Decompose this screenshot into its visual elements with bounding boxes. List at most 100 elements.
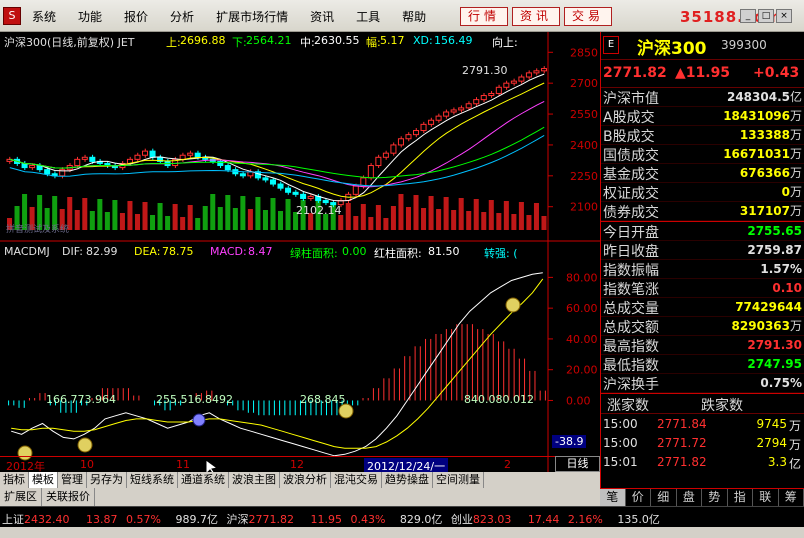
volume-bar bbox=[232, 208, 238, 230]
volume-bar bbox=[97, 199, 103, 230]
tab-related-quote[interactable]: 关联报价 bbox=[42, 488, 95, 506]
candle bbox=[224, 165, 231, 171]
amp-value: 5.17 bbox=[380, 34, 405, 47]
macd-chart[interactable]: 0.0020.0040.0060.0080.00 bbox=[0, 242, 600, 472]
tab-extension[interactable]: 扩展区 bbox=[0, 488, 42, 506]
stat-row: 最高指数 2791.30 bbox=[601, 336, 804, 355]
area-label-3: 268.845 bbox=[300, 393, 346, 406]
tab-link[interactable]: 联 bbox=[753, 489, 779, 506]
market-row: A股成交 18431096 万 bbox=[601, 107, 804, 126]
market-row-label: 国债成交 bbox=[603, 148, 659, 164]
trade-unit: 万 bbox=[789, 419, 802, 433]
market-row-value: 676366 bbox=[739, 166, 790, 180]
index-badge-icon: E bbox=[603, 36, 619, 54]
tab-chips[interactable]: 筹 bbox=[779, 489, 804, 506]
menu-function[interactable]: 功能 bbox=[78, 8, 102, 25]
sad-face-icon bbox=[192, 413, 206, 427]
menu-info[interactable]: 资讯 bbox=[310, 8, 334, 25]
dea-value: 78.75 bbox=[162, 245, 194, 258]
menu-quote[interactable]: 报价 bbox=[124, 8, 148, 25]
volume-bar bbox=[255, 197, 261, 230]
candle bbox=[495, 86, 502, 94]
menu-ext-market[interactable]: 扩展市场行情 bbox=[216, 8, 288, 25]
menu-help[interactable]: 帮助 bbox=[402, 8, 426, 25]
stat-row-label: 指数笔涨 bbox=[603, 282, 659, 298]
volume-bar bbox=[541, 216, 547, 230]
market-row: B股成交 133388 万 bbox=[601, 126, 804, 145]
trade-volume: 3.3 bbox=[767, 455, 787, 469]
stat-row-label: 总成交额 bbox=[603, 320, 659, 336]
volume-bar bbox=[398, 194, 404, 230]
trade-unit: 亿 bbox=[789, 457, 802, 471]
xaxis-label-10: 10 bbox=[80, 458, 94, 471]
tab-indicator[interactable]: 指标 bbox=[0, 472, 29, 488]
volume-bar bbox=[375, 205, 381, 230]
tab-tick[interactable]: 笔 bbox=[600, 489, 626, 506]
trade-button[interactable]: 交易 bbox=[564, 7, 612, 26]
candle bbox=[480, 95, 487, 101]
tab-save-as[interactable]: 另存为 bbox=[87, 472, 127, 488]
menu-analysis[interactable]: 分析 bbox=[170, 8, 194, 25]
market-row-label: 权证成交 bbox=[603, 186, 659, 202]
volume-bar bbox=[74, 210, 80, 230]
tab-manage[interactable]: 管理 bbox=[58, 472, 87, 488]
tab-channel-system[interactable]: 通道系统 bbox=[178, 472, 229, 488]
market-row-unit: 亿 bbox=[789, 90, 802, 104]
candle bbox=[29, 165, 36, 169]
candle bbox=[74, 158, 81, 167]
volume-bar bbox=[165, 216, 171, 230]
candle bbox=[307, 195, 314, 199]
tab-wave-analysis[interactable]: 波浪分析 bbox=[280, 472, 331, 488]
maximize-icon[interactable]: □ bbox=[758, 9, 774, 23]
tab-detail[interactable]: 细 bbox=[651, 489, 677, 506]
quote-button[interactable]: 行情 bbox=[460, 7, 508, 26]
stat-row: 最低指数 2747.95 bbox=[601, 355, 804, 374]
chart-area[interactable]: 2100 2250 2400 2550 2700 2850 0.00 20.00 40.00 6… bbox=[0, 32, 600, 472]
menu-tools[interactable]: 工具 bbox=[356, 8, 380, 25]
trade-row: 15:00 2771.84 9745 万 bbox=[601, 414, 804, 433]
market-row: 国债成交 16671031 万 bbox=[601, 145, 804, 164]
candle bbox=[179, 154, 186, 160]
stat-row-value: 0.10 bbox=[772, 281, 802, 295]
macd-y-tick-label: 60.00 bbox=[566, 302, 598, 315]
volume-bar bbox=[428, 196, 434, 230]
app-logo-icon[interactable]: S bbox=[3, 7, 21, 25]
close-icon[interactable]: × bbox=[776, 9, 792, 23]
stat-row-value: 2759.87 bbox=[747, 243, 802, 257]
tab-book[interactable]: 盘 bbox=[677, 489, 702, 506]
strength-label: 转强: ( bbox=[484, 247, 518, 260]
tab-trend[interactable]: 势 bbox=[702, 489, 728, 506]
index-code: 399300 bbox=[721, 38, 767, 52]
stat-row: 指数笔涨 0.10 bbox=[601, 279, 804, 298]
tab-price[interactable]: 价 bbox=[626, 489, 651, 506]
macd-label: MACD: bbox=[210, 245, 247, 258]
info-button[interactable]: 资讯 bbox=[512, 7, 560, 26]
market-row-label: A股成交 bbox=[603, 110, 655, 126]
tab-wave-main[interactable]: 波浪主图 bbox=[229, 472, 280, 488]
volume-bar bbox=[481, 212, 487, 230]
stat-row-label: 总成交量 bbox=[603, 301, 659, 317]
y-tick-label: 2400 bbox=[570, 139, 598, 152]
minimize-icon[interactable]: _ bbox=[740, 9, 756, 23]
y-tick-label: 2850 bbox=[570, 46, 598, 59]
stat-row-label: 最低指数 bbox=[603, 358, 659, 374]
period-selector[interactable]: 日线 bbox=[555, 456, 600, 472]
volume-bar bbox=[150, 215, 156, 230]
volume-bar bbox=[533, 203, 539, 230]
macd-y-tick-label: 20.00 bbox=[566, 364, 598, 377]
volume-bar bbox=[89, 211, 95, 230]
candle bbox=[187, 152, 194, 156]
candle bbox=[488, 92, 495, 97]
macd-y-tick-label: 0.00 bbox=[566, 394, 591, 407]
tab-space-measure[interactable]: 空间测量 bbox=[433, 472, 484, 488]
menu-system[interactable]: 系统 bbox=[32, 8, 56, 25]
tab-chaos-trade[interactable]: 混沌交易 bbox=[331, 472, 382, 488]
tab-trend-trade[interactable]: 趋势操盘 bbox=[382, 472, 433, 488]
volume-bar bbox=[180, 217, 186, 230]
trade-row: 15:00 2771.72 2794 万 bbox=[601, 433, 804, 452]
trade-price: 2771.72 bbox=[657, 436, 707, 450]
tab-short-system[interactable]: 短线系统 bbox=[127, 472, 178, 488]
rise-count-label: 涨家数 bbox=[607, 398, 649, 414]
tab-template[interactable]: 模板 bbox=[29, 472, 58, 488]
tab-index[interactable]: 指 bbox=[728, 489, 753, 506]
